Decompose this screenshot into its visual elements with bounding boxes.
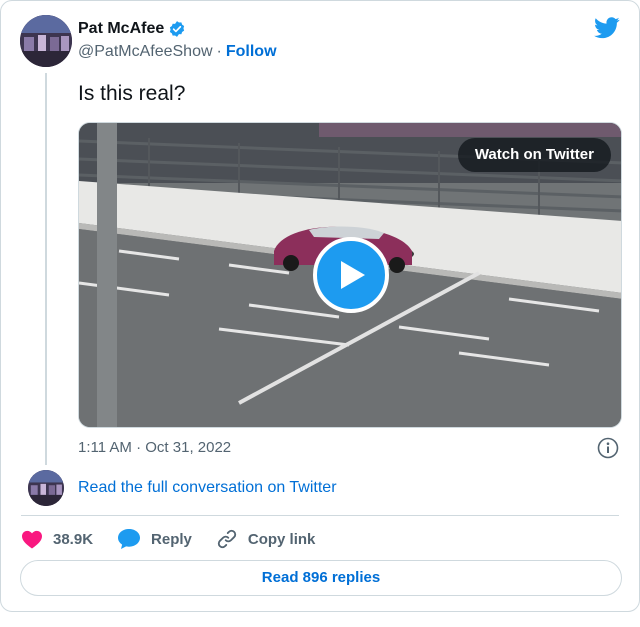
twitter-bird-icon[interactable] — [594, 17, 620, 39]
like-count: 38.9K — [53, 530, 94, 548]
watch-on-twitter-button[interactable]: Watch on Twitter — [457, 138, 611, 172]
author-avatar[interactable] — [20, 15, 72, 67]
author-name-row: Pat McAfee — [78, 20, 186, 38]
follow-button[interactable]: Follow — [226, 43, 277, 60]
speech-bubble-icon — [118, 529, 141, 549]
read-replies-button[interactable]: Read 896 replies — [20, 560, 622, 596]
play-button[interactable] — [313, 237, 389, 313]
heart-icon — [22, 530, 42, 549]
conversation-avatar[interactable] — [28, 470, 64, 506]
divider — [21, 515, 619, 516]
play-icon — [341, 261, 365, 289]
info-icon[interactable] — [597, 437, 619, 459]
author-handle-row: @PatMcAfeeShow · Follow — [78, 43, 277, 61]
separator: · — [216, 43, 222, 60]
author-name[interactable]: Pat McAfee — [78, 20, 164, 38]
like-button[interactable]: 38.9K — [21, 529, 93, 549]
reply-button[interactable]: Reply — [117, 528, 192, 550]
verified-badge-icon — [168, 20, 186, 38]
action-bar: 38.9K Reply Copy link — [21, 525, 339, 553]
link-icon — [217, 529, 237, 549]
read-conversation-link[interactable]: Read the full conversation on Twitter — [78, 479, 337, 497]
tweet-text: Is this real? — [78, 82, 186, 105]
copy-link-button[interactable]: Copy link — [216, 528, 316, 550]
author-handle[interactable]: @PatMcAfeeShow — [78, 43, 213, 60]
copy-link-label: Copy link — [247, 530, 316, 548]
thread-line — [45, 73, 47, 465]
video-media[interactable]: Watch on Twitter — [78, 122, 622, 428]
tweet-timestamp[interactable]: 1:11 AM · Oct 31, 2022 — [78, 439, 231, 456]
reply-label: Reply — [151, 530, 192, 548]
tweet-card: Pat McAfee @PatMcAfeeShow · Follow Is this… — [0, 0, 640, 612]
